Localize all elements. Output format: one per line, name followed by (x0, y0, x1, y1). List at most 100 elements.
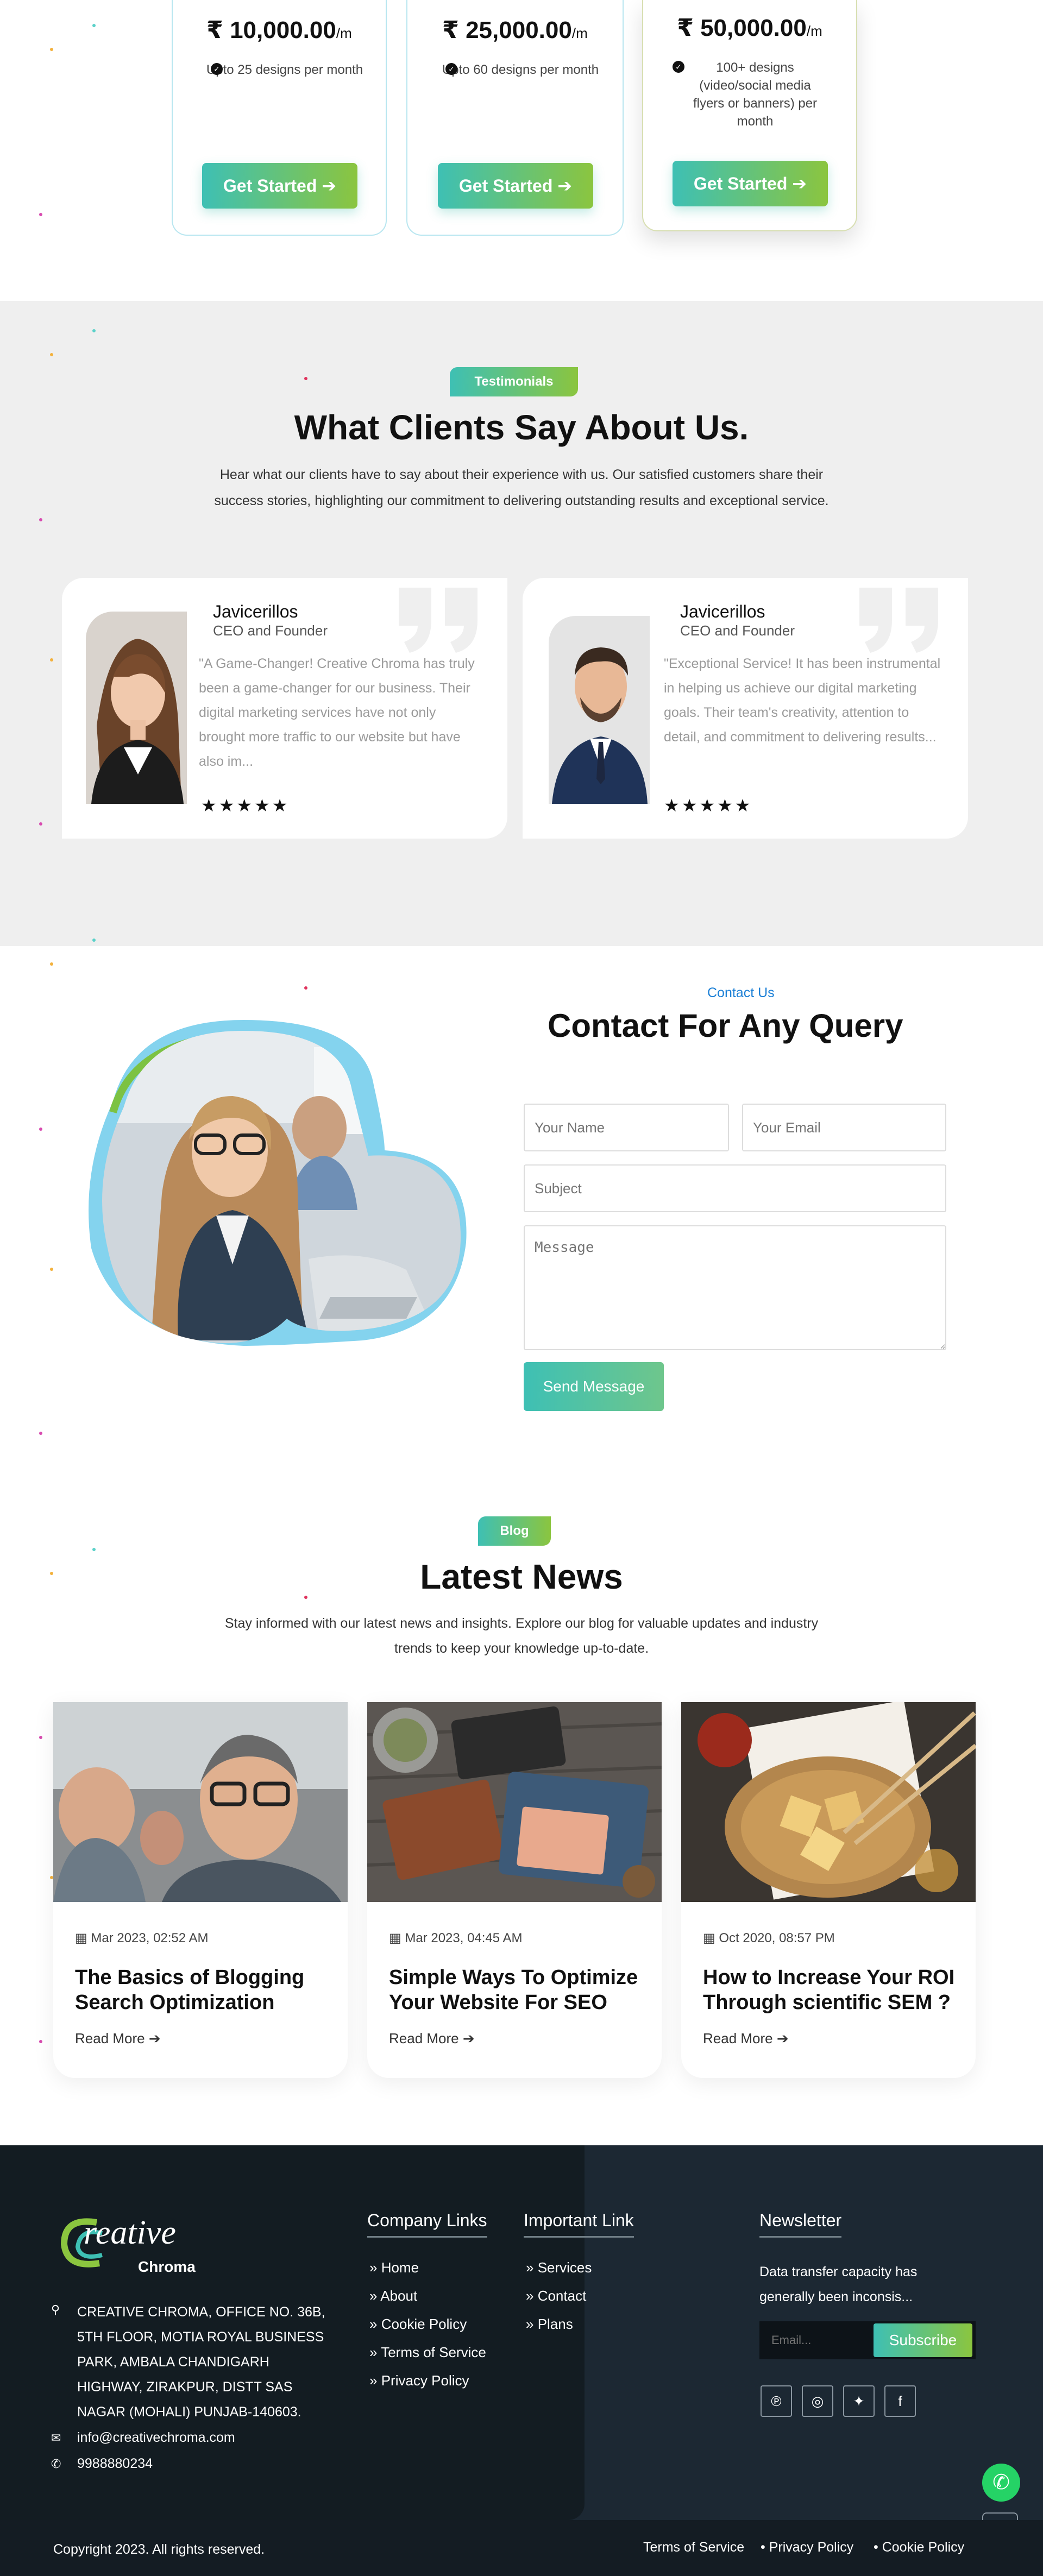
post-title[interactable]: Simple Ways To Optimize Your Website For… (389, 1965, 644, 2015)
testimonial-card: Javicerillos CEO and Founder "Exceptiona… (523, 578, 968, 839)
post-date: ▦ Mar 2023, 02:52 AM (75, 1931, 209, 1945)
plan-feature: ✓ Upto 60 designs per month (442, 62, 599, 77)
rating-stars: ★★★★★ (664, 796, 753, 815)
bottom-link-terms[interactable]: Terms of Service (643, 2540, 744, 2555)
decor-dot (50, 962, 53, 966)
newsletter-heading: Newsletter (759, 2210, 842, 2238)
footer-email[interactable]: info@creativechroma.com (77, 2430, 235, 2446)
subject-input[interactable] (524, 1164, 946, 1212)
footer-logo[interactable]: reative Chroma (59, 2212, 211, 2277)
blog-badge: Blog (478, 1516, 551, 1546)
decor-dot (39, 2040, 42, 2043)
blog-card[interactable]: ▦ Oct 2020, 08:57 PM How to Increase You… (681, 1702, 976, 2078)
get-started-button[interactable]: Get Started ➔ (202, 163, 357, 209)
instagram-icon[interactable]: ◎ (802, 2385, 833, 2417)
footer-link-contact[interactable]: » Contact (526, 2288, 586, 2304)
footer-link-about[interactable]: » About (369, 2288, 417, 2304)
footer-link-terms[interactable]: » Terms of Service (369, 2344, 486, 2361)
footer-link-services[interactable]: » Services (526, 2259, 592, 2276)
message-textarea[interactable] (524, 1225, 946, 1350)
facebook-icon[interactable]: f (884, 2385, 916, 2417)
get-started-button[interactable]: Get Started ➔ (673, 161, 828, 206)
post-date: ▦ Oct 2020, 08:57 PM (703, 1931, 835, 1945)
pricing-card: ₹ 10,000.00/m ✓ Upto 25 designs per month… (172, 0, 387, 236)
plan-price: ₹ 25,000.00/m (442, 17, 588, 43)
plan-feature: ✓ 100+ designs (video/social media flyers… (673, 59, 818, 130)
testimonials-badge: Testimonials (450, 367, 578, 396)
rating-stars: ★★★★★ (201, 796, 290, 815)
calendar-icon: ▦ (389, 1931, 405, 1945)
pricing-card: ₹ 25,000.00/m ✓ Upto 60 designs per month… (406, 0, 624, 236)
company-links-heading: Company Links (367, 2210, 487, 2238)
contact-illustration (89, 1020, 467, 1346)
blog-card[interactable]: ▦ Mar 2023, 02:52 AM The Basics of Blogg… (53, 1702, 348, 2078)
send-message-button[interactable]: Send Message (524, 1362, 664, 1411)
client-photo (549, 616, 650, 804)
decor-dot (50, 48, 53, 51)
footer-phone[interactable]: 9988880234 (77, 2456, 153, 2472)
decor-dot (304, 986, 307, 990)
client-photo (86, 612, 187, 804)
twitter-icon[interactable]: ✦ (843, 2385, 875, 2417)
decor-dot (50, 658, 53, 662)
location-icon: ⚲ (51, 2303, 60, 2316)
testimonial-card: Javicerillos CEO and Founder "A Game-Cha… (62, 578, 507, 839)
decor-dot (50, 1268, 53, 1271)
check-icon: ✓ (211, 63, 223, 75)
footer-link-privacy[interactable]: » Privacy Policy (369, 2372, 469, 2389)
testimonials-lead: Hear what our clients have to say about … (214, 467, 829, 508)
get-started-button[interactable]: Get Started ➔ (438, 163, 593, 209)
newsletter-text: Data transfer capacity has generally bee… (759, 2264, 918, 2304)
calendar-icon: ▦ (75, 1931, 91, 1945)
pinterest-icon[interactable]: ℗ (761, 2385, 792, 2417)
footer-link-plans[interactable]: » Plans (526, 2316, 573, 2333)
plan-feature: ✓ Upto 25 designs per month (206, 62, 363, 77)
mail-icon: ✉ (51, 2431, 61, 2445)
decor-dot (304, 377, 307, 380)
bottom-link-privacy[interactable]: • Privacy Policy (761, 2540, 853, 2555)
newsletter-form: Subscribe (759, 2321, 976, 2359)
phone-icon: ✆ (51, 2457, 61, 2471)
post-title[interactable]: The Basics of Blogging Search Optimizati… (75, 1965, 330, 2015)
whatsapp-icon[interactable]: ✆ (982, 2464, 1020, 2502)
client-name: Javicerillos (680, 602, 765, 621)
client-name: Javicerillos (213, 602, 298, 621)
decor-dot (92, 24, 96, 27)
decor-dot (39, 213, 42, 216)
testimonial-text: "Exceptional Service! It has been instru… (664, 656, 941, 745)
quote-icon (859, 588, 938, 653)
newsletter-email-input[interactable] (759, 2321, 872, 2359)
pricing-card-featured: ₹ 50,000.00/m ✓ 100+ designs (video/socia… (642, 0, 857, 231)
important-links-heading: Important Link (524, 2210, 634, 2238)
footer-link-cookie-policy[interactable]: » Cookie Policy (369, 2316, 467, 2333)
read-more-link[interactable]: Read More ➔ (389, 2030, 475, 2047)
logo-wordmark: reative (84, 2214, 176, 2251)
client-role: CEO and Founder (680, 622, 795, 639)
email-input[interactable] (742, 1104, 946, 1151)
logo-subtitle: Chroma (138, 2258, 196, 2275)
copyright-text: Copyright 2023. All rights reserved. (53, 2542, 265, 2557)
post-date: ▦ Mar 2023, 04:45 AM (389, 1931, 523, 1945)
read-more-link[interactable]: Read More ➔ (703, 2030, 789, 2047)
contact-eyebrow: Contact Us (707, 985, 775, 1000)
bottom-link-cookie[interactable]: • Cookie Policy (874, 2540, 964, 2555)
footer-link-home[interactable]: » Home (369, 2259, 419, 2276)
blog-card[interactable]: ▦ Mar 2023, 04:45 AM Simple Ways To Opti… (367, 1702, 662, 2078)
read-more-link[interactable]: Read More ➔ (75, 2030, 161, 2047)
decor-dot (92, 1548, 96, 1551)
blog-image (681, 1702, 976, 1902)
post-title[interactable]: How to Increase Your ROI Through scienti… (703, 1965, 958, 2015)
quote-icon (399, 588, 477, 653)
decor-dot (39, 1736, 42, 1739)
subscribe-button[interactable]: Subscribe (874, 2323, 972, 2357)
contact-title: Contact For Any Query (548, 1007, 903, 1044)
name-input[interactable] (524, 1104, 729, 1151)
decor-dot (39, 1128, 42, 1131)
check-icon: ✓ (445, 63, 457, 75)
plan-price: ₹ 50,000.00/m (677, 15, 822, 41)
blog-image (367, 1702, 662, 1902)
decor-dot (92, 939, 96, 942)
blog-lead: Stay informed with our latest news and i… (224, 1616, 819, 1656)
decor-dot (39, 822, 42, 826)
decor-dot (39, 518, 42, 521)
